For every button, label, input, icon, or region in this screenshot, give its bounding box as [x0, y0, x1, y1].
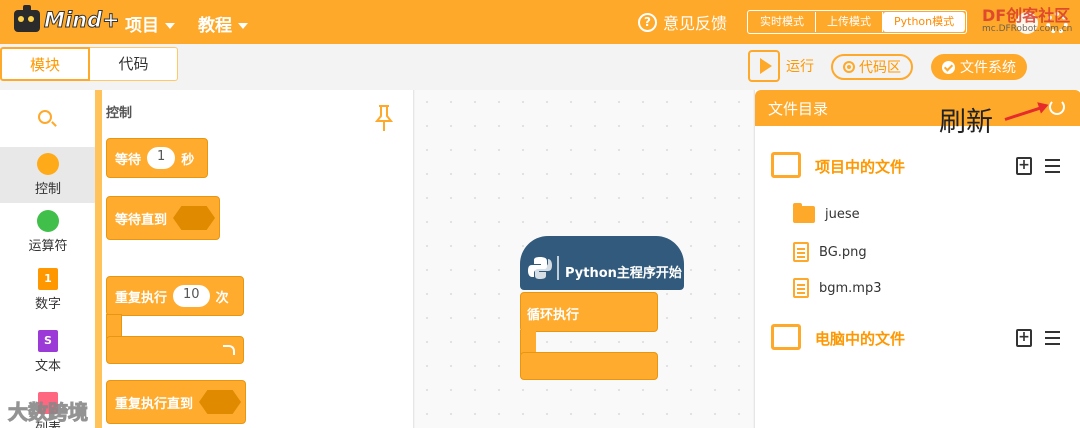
block-wait-prefix: 等待 — [115, 152, 142, 168]
watermark-bottom: 大数跨境 — [8, 400, 89, 425]
category-text-label: 文本 — [34, 359, 61, 374]
file-panel-title: 文件目录 — [768, 100, 829, 118]
condition-slot[interactable] — [173, 206, 216, 230]
block-repeat-times[interactable]: 重复执行 10 次 — [106, 276, 244, 316]
number-icon: 1 — [38, 268, 58, 290]
block-repeat-until-label: 重复执行直到 — [115, 396, 194, 412]
mindplus-logo[interactable]: Mind+ — [14, 5, 121, 36]
run-label: 运行 — [786, 59, 814, 75]
feedback-label: 意见反馈 — [663, 14, 728, 33]
block-repeat-suffix: 次 — [215, 290, 229, 306]
file-icon — [793, 242, 809, 262]
add-file-icon[interactable]: + — [1016, 329, 1032, 347]
file-panel-header: 文件目录 — [755, 90, 1080, 126]
logo-text: Mind+ — [44, 8, 121, 33]
category-control[interactable]: 控制 — [0, 147, 96, 203]
watermark-top-url: mc.DFRobot.com.cn — [982, 24, 1073, 34]
category-text[interactable]: S 文本 — [0, 324, 96, 380]
loop-arrow-icon — [223, 345, 235, 355]
condition-slot[interactable] — [199, 390, 242, 414]
block-wait-suffix: 秒 — [181, 152, 195, 168]
forever-loop-label: 循环执行 — [527, 308, 580, 323]
code-area-button[interactable]: 代码区 — [831, 54, 913, 80]
menu-tutorial[interactable]: 教程 — [198, 11, 248, 36]
palette-title: 控制 — [106, 106, 133, 121]
category-number[interactable]: 1 数字 — [0, 262, 96, 318]
project-files-icon — [771, 152, 801, 178]
run-button[interactable]: 运行 — [748, 50, 814, 82]
block-wait-seconds[interactable]: 等待 1 秒 — [106, 138, 208, 178]
tab-code[interactable]: 代码 — [90, 47, 178, 81]
block-wait-input[interactable]: 1 — [147, 147, 176, 169]
menu-icon[interactable] — [1045, 159, 1060, 173]
question-icon: ? — [638, 12, 657, 32]
code-area-label: 代码区 — [859, 60, 901, 76]
file-panel: 文件目录 刷新 项目中的文件 + juese BG.png bgm.mp3 电脑… — [754, 90, 1080, 428]
block-repeat-until[interactable]: 重复执行直到 — [106, 380, 246, 424]
block-wait-until-label: 等待直到 — [115, 212, 168, 228]
mode-upload[interactable]: 上传模式 — [816, 12, 883, 32]
menu-project-label: 项目 — [125, 16, 159, 36]
category-control-label: 控制 — [34, 182, 61, 197]
project-files-title: 项目中的文件 — [815, 158, 906, 176]
text-icon: S — [38, 330, 58, 352]
control-dot-icon — [37, 153, 59, 175]
file-item-name: BG.png — [819, 244, 867, 260]
pin-icon[interactable] — [374, 104, 394, 132]
check-icon — [942, 60, 955, 74]
python-start-label: Python主程序开始 — [565, 266, 682, 281]
file-item-name: bgm.mp3 — [819, 280, 882, 296]
menu-project[interactable]: 项目 — [125, 11, 175, 36]
python-block-separator — [557, 256, 559, 280]
computer-files-icon — [771, 324, 801, 350]
file-item[interactable]: BG.png — [793, 242, 867, 262]
block-wait-until[interactable]: 等待直到 — [106, 196, 220, 240]
play-icon — [748, 50, 780, 82]
editor-tabs: 模块 代码 — [0, 47, 178, 81]
menu-icon[interactable] — [1045, 331, 1060, 345]
block-palette: 控制 等待 1 秒 等待直到 重复执行 10 次 重复执行直到 — [102, 90, 414, 428]
watermark-top-title: DF创客社区 — [982, 6, 1071, 25]
watermark-top: DF创客社区 mc.DFRobot.com.cn — [982, 2, 1072, 34]
file-item[interactable]: juese — [793, 203, 860, 223]
refresh-annotation: 刷新 — [939, 107, 993, 138]
script-canvas[interactable]: Python主程序开始 循环执行 — [415, 90, 753, 428]
block-repeat-input[interactable]: 10 — [173, 285, 210, 307]
caret-down-icon — [165, 23, 175, 29]
computer-files-title: 电脑中的文件 — [815, 330, 906, 348]
folder-icon — [793, 203, 815, 223]
category-operators[interactable]: 运算符 — [0, 204, 96, 260]
category-sidebar: 控制 运算符 1 数字 S 文本 列表 — [0, 90, 96, 428]
mode-python[interactable]: Python模式 — [883, 12, 966, 32]
mode-switcher: 实时模式 上传模式 Python模式 — [747, 10, 968, 34]
caret-down-icon — [238, 23, 248, 29]
file-system-button[interactable]: 文件系统 — [931, 54, 1027, 80]
add-file-icon[interactable]: + — [1016, 157, 1032, 175]
forever-loop-bottom — [520, 352, 658, 380]
tab-blocks[interactable]: 模块 — [0, 47, 90, 81]
menu-tutorial-label: 教程 — [198, 16, 232, 36]
robot-logo-icon — [14, 5, 40, 32]
refresh-icon[interactable] — [1049, 99, 1065, 115]
file-item-name: juese — [825, 207, 860, 222]
category-number-label: 数字 — [34, 297, 61, 312]
operators-dot-icon — [37, 210, 59, 232]
python-logo-icon — [528, 257, 552, 279]
block-repeat-prefix: 重复执行 — [115, 290, 168, 306]
feedback-button[interactable]: ? 意见反馈 — [638, 10, 727, 34]
file-item[interactable]: bgm.mp3 — [793, 278, 882, 298]
mode-realtime[interactable]: 实时模式 — [749, 12, 816, 32]
block-repeat-bottom — [106, 336, 244, 364]
category-operators-label: 运算符 — [28, 239, 68, 254]
target-icon — [843, 61, 855, 73]
file-icon — [793, 278, 809, 298]
file-system-label: 文件系统 — [960, 60, 1016, 76]
top-bar: Mind+ 项目 教程 ? 意见反馈 实时模式 上传模式 Python模式 DF… — [0, 0, 1080, 44]
category-scroll-strip[interactable] — [95, 90, 102, 428]
search-icon[interactable] — [38, 110, 52, 124]
